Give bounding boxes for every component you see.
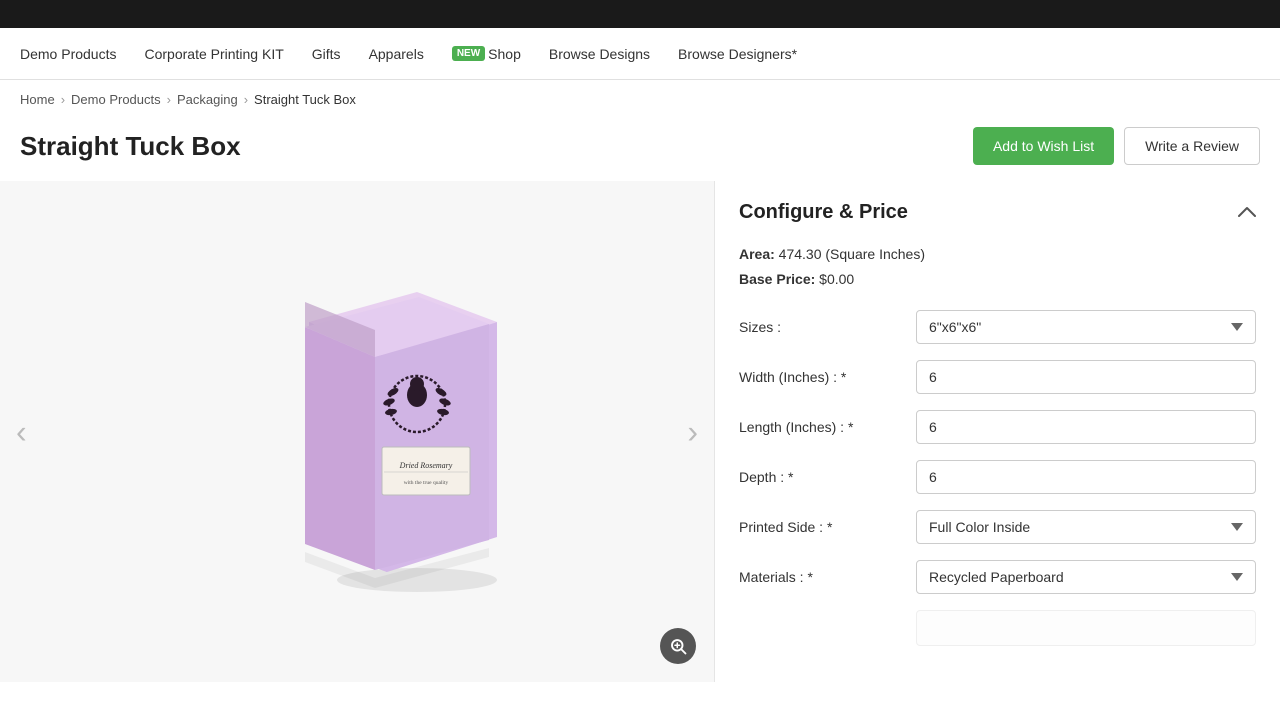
breadcrumb-home[interactable]: Home bbox=[20, 92, 55, 107]
configure-title: Configure & Price bbox=[739, 201, 908, 224]
nav-corporate-printing[interactable]: Corporate Printing KIT bbox=[144, 46, 283, 62]
svg-text:with the true quality: with the true quality bbox=[404, 480, 449, 486]
breadcrumb-current: Straight Tuck Box bbox=[254, 92, 356, 107]
nav-gifts[interactable]: Gifts bbox=[312, 46, 341, 62]
breadcrumb-sep-1: › bbox=[61, 92, 65, 107]
carousel-prev-button[interactable]: ‹ bbox=[16, 413, 27, 450]
product-image-area: ‹ bbox=[0, 181, 715, 682]
length-label: Length (Inches) : * bbox=[739, 419, 904, 435]
write-review-button[interactable]: Write a Review bbox=[1124, 127, 1260, 165]
breadcrumb-demo-products[interactable]: Demo Products bbox=[71, 92, 161, 107]
nav-browse-designers[interactable]: Browse Designers* bbox=[678, 46, 797, 62]
configure-collapse-button[interactable] bbox=[1238, 202, 1256, 223]
field-row-sizes: Sizes : 6"x6"x6" 4"x4"x4" 8"x8"x8" Custo… bbox=[739, 310, 1256, 344]
field-row-printed-side: Printed Side : * Full Color Inside Full … bbox=[739, 510, 1256, 544]
base-price-text: Base Price: $0.00 bbox=[739, 267, 1256, 292]
field-row-width: Width (Inches) : * bbox=[739, 360, 1256, 394]
sizes-select[interactable]: 6"x6"x6" 4"x4"x4" 8"x8"x8" Custom bbox=[916, 310, 1256, 344]
nav-apparels[interactable]: Apparels bbox=[369, 46, 424, 62]
area-text: Area: 474.30 (Square Inches) bbox=[739, 242, 1256, 267]
add-to-wish-list-button[interactable]: Add to Wish List bbox=[973, 127, 1114, 165]
page-title: Straight Tuck Box bbox=[20, 131, 241, 162]
breadcrumb-packaging[interactable]: Packaging bbox=[177, 92, 238, 107]
configure-panel: Configure & Price Area: 474.30 (Square I… bbox=[715, 181, 1280, 682]
breadcrumb-sep-2: › bbox=[167, 92, 171, 107]
length-input[interactable] bbox=[916, 410, 1256, 444]
main-nav: Demo Products Corporate Printing KIT Gif… bbox=[0, 28, 1280, 80]
field-row-depth: Depth : * bbox=[739, 460, 1256, 494]
page-header: Straight Tuck Box Add to Wish List Write… bbox=[0, 119, 1280, 181]
printed-side-select[interactable]: Full Color Inside Full Color Outside Bot… bbox=[916, 510, 1256, 544]
product-image: Dried Rosemary with the true quality bbox=[0, 181, 714, 682]
nav-browse-designs[interactable]: Browse Designs bbox=[549, 46, 650, 62]
top-bar bbox=[0, 0, 1280, 28]
depth-label: Depth : * bbox=[739, 469, 904, 485]
nav-demo-products[interactable]: Demo Products bbox=[20, 46, 116, 62]
main-content: ‹ bbox=[0, 181, 1280, 682]
carousel-next-button[interactable]: › bbox=[687, 413, 698, 450]
width-label: Width (Inches) : * bbox=[739, 369, 904, 385]
materials-select[interactable]: Recycled Paperboard Kraft White SBS Corr… bbox=[916, 560, 1256, 594]
breadcrumb: Home › Demo Products › Packaging › Strai… bbox=[0, 80, 1280, 119]
width-input[interactable] bbox=[916, 360, 1256, 394]
field-row-length: Length (Inches) : * bbox=[739, 410, 1256, 444]
depth-input[interactable] bbox=[916, 460, 1256, 494]
area-info: Area: 474.30 (Square Inches) Base Price:… bbox=[739, 242, 1256, 292]
printed-side-label: Printed Side : * bbox=[739, 519, 904, 535]
field-row-placeholder bbox=[739, 610, 1256, 646]
breadcrumb-sep-3: › bbox=[244, 92, 248, 107]
materials-label: Materials : * bbox=[739, 569, 904, 585]
configure-header: Configure & Price bbox=[739, 201, 1256, 224]
nav-new-shop[interactable]: NEWShop bbox=[452, 46, 521, 62]
sizes-label: Sizes : bbox=[739, 319, 904, 335]
svg-text:Dried Rosemary: Dried Rosemary bbox=[399, 461, 453, 470]
field-row-materials: Materials : * Recycled Paperboard Kraft … bbox=[739, 560, 1256, 594]
new-badge: NEW bbox=[452, 46, 485, 61]
header-buttons: Add to Wish List Write a Review bbox=[973, 127, 1260, 165]
